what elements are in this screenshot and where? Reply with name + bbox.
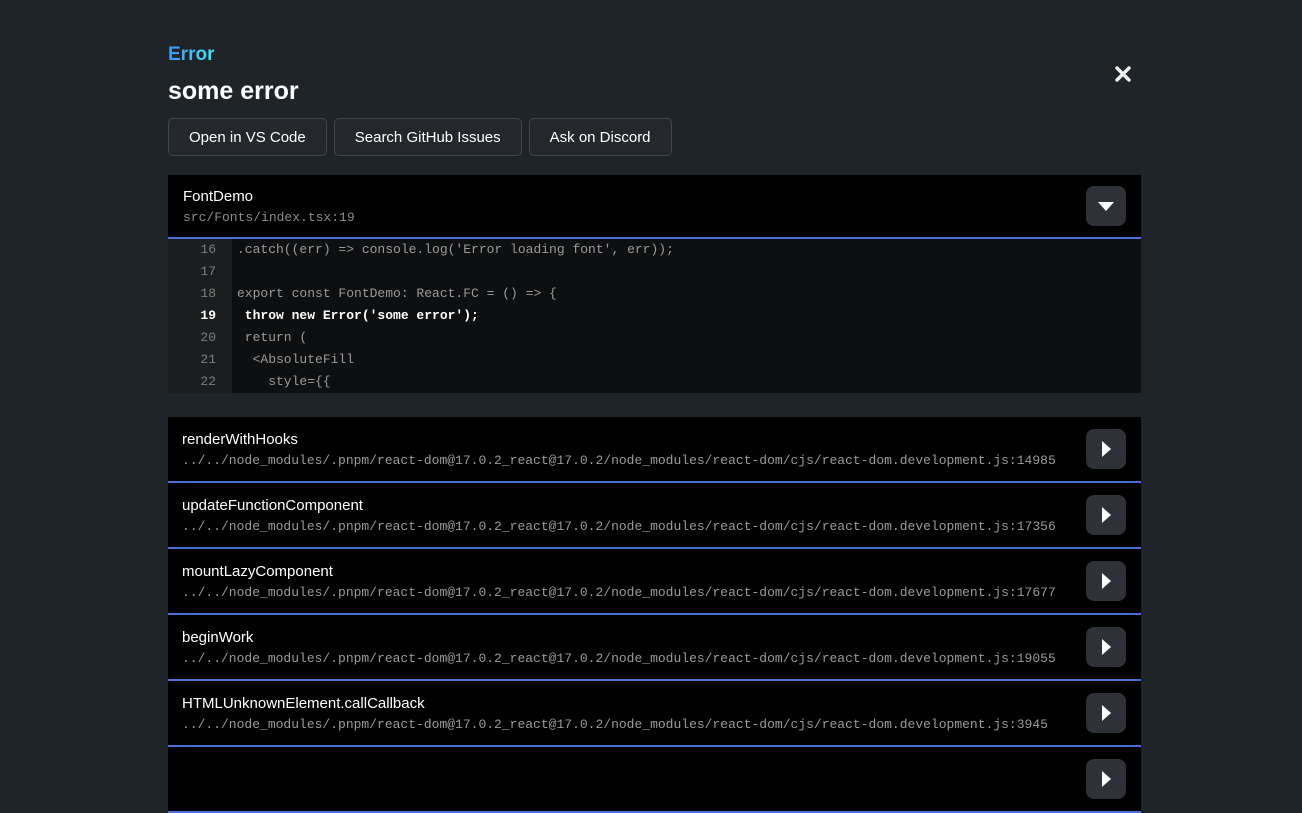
code-text: .catch((err) => console.log('Error loadi… (232, 239, 674, 261)
code-frame-panel: FontDemo src/Fonts/index.tsx:19 16 .catc… (168, 175, 1141, 393)
code-line: 21 <AbsoluteFill (168, 349, 1141, 371)
triangle-right-icon (1102, 573, 1111, 589)
stack-trace-function-name: beginWork (182, 629, 1056, 646)
line-number: 22 (168, 371, 232, 393)
line-number: 20 (168, 327, 232, 349)
stack-trace-row[interactable]: beginWork ../../node_modules/.pnpm/react… (168, 615, 1141, 681)
stack-trace-function-name: mountLazyComponent (182, 563, 1056, 580)
line-number: 16 (168, 239, 232, 261)
stack-trace-row-text: beginWork ../../node_modules/.pnpm/react… (182, 629, 1056, 666)
line-number: 21 (168, 349, 232, 371)
stack-trace-row[interactable]: HTMLUnknownElement.callCallback ../../no… (168, 681, 1141, 747)
code-text: throw new Error('some error'); (232, 305, 479, 327)
action-buttons-row: Open in VS Code Search GitHub Issues Ask… (168, 118, 1141, 156)
stack-trace-file-path: ../../node_modules/.pnpm/react-dom@17.0.… (182, 519, 1056, 534)
code-text (232, 261, 237, 283)
code-frame-header: FontDemo src/Fonts/index.tsx:19 (168, 175, 1141, 239)
stack-frame-file-location: src/Fonts/index.tsx:19 (183, 210, 355, 225)
code-text: return ( (232, 327, 307, 349)
stack-trace-function-name: updateFunctionComponent (182, 497, 1056, 514)
close-icon (1113, 64, 1133, 84)
stack-trace-function-name: HTMLUnknownElement.callCallback (182, 695, 1048, 712)
error-message-title: some error (168, 77, 1141, 103)
chevron-down-icon (1098, 202, 1114, 211)
code-line: 16 .catch((err) => console.log('Error lo… (168, 239, 1141, 261)
line-number: 19 (168, 305, 232, 327)
stack-trace-row-text: mountLazyComponent ../../node_modules/.p… (182, 563, 1056, 600)
stack-trace-function-name: renderWithHooks (182, 431, 1056, 448)
code-frame-header-text: FontDemo src/Fonts/index.tsx:19 (183, 188, 355, 225)
triangle-right-icon (1102, 705, 1111, 721)
stack-trace-list: renderWithHooks ../../node_modules/.pnpm… (168, 417, 1141, 813)
triangle-right-icon (1102, 441, 1111, 457)
stack-trace-row[interactable]: mountLazyComponent ../../node_modules/.p… (168, 549, 1141, 615)
expand-stack-frame-button[interactable] (1086, 627, 1126, 667)
code-line: 22 style={{ (168, 371, 1141, 393)
stack-trace-file-path: ../../node_modules/.pnpm/react-dom@17.0.… (182, 453, 1056, 468)
triangle-right-icon (1102, 771, 1111, 787)
stack-trace-file-path: ../../node_modules/.pnpm/react-dom@17.0.… (182, 717, 1048, 732)
stack-trace-file-path: ../../node_modules/.pnpm/react-dom@17.0.… (182, 651, 1056, 666)
code-line: 20 return ( (168, 327, 1141, 349)
expand-stack-frame-button[interactable] (1086, 561, 1126, 601)
code-text: <AbsoluteFill (232, 349, 354, 371)
stack-trace-file-path: ../../node_modules/.pnpm/react-dom@17.0.… (182, 585, 1056, 600)
expand-stack-frame-button[interactable] (1086, 495, 1126, 535)
stack-trace-row[interactable] (168, 747, 1141, 813)
code-line: 18 export const FontDemo: React.FC = () … (168, 283, 1141, 305)
code-line: 17 (168, 261, 1141, 283)
search-github-issues-button[interactable]: Search GitHub Issues (334, 118, 522, 156)
error-overlay: Error some error Open in VS Code Search … (168, 0, 1141, 813)
line-number: 17 (168, 261, 232, 283)
line-number: 18 (168, 283, 232, 305)
code-snippet: 16 .catch((err) => console.log('Error lo… (168, 239, 1141, 393)
triangle-right-icon (1102, 639, 1111, 655)
expand-stack-frame-button[interactable] (1086, 759, 1126, 799)
code-text: export const FontDemo: React.FC = () => … (232, 283, 557, 305)
error-kicker: Error (168, 44, 214, 66)
stack-trace-row-text: HTMLUnknownElement.callCallback ../../no… (182, 695, 1048, 732)
close-button[interactable] (1109, 60, 1137, 88)
expand-stack-frame-button[interactable] (1086, 429, 1126, 469)
code-line: 19 throw new Error('some error'); (168, 305, 1141, 327)
stack-trace-row[interactable]: updateFunctionComponent ../../node_modul… (168, 483, 1141, 549)
collapse-code-frame-button[interactable] (1086, 186, 1126, 226)
stack-trace-row[interactable]: renderWithHooks ../../node_modules/.pnpm… (168, 417, 1141, 483)
stack-trace-row-text: renderWithHooks ../../node_modules/.pnpm… (182, 431, 1056, 468)
triangle-right-icon (1102, 507, 1111, 523)
stack-frame-function-name: FontDemo (183, 188, 355, 205)
ask-on-discord-button[interactable]: Ask on Discord (529, 118, 672, 156)
stack-trace-row-text: updateFunctionComponent ../../node_modul… (182, 497, 1056, 534)
open-in-vscode-button[interactable]: Open in VS Code (168, 118, 327, 156)
expand-stack-frame-button[interactable] (1086, 693, 1126, 733)
code-text: style={{ (232, 371, 331, 393)
